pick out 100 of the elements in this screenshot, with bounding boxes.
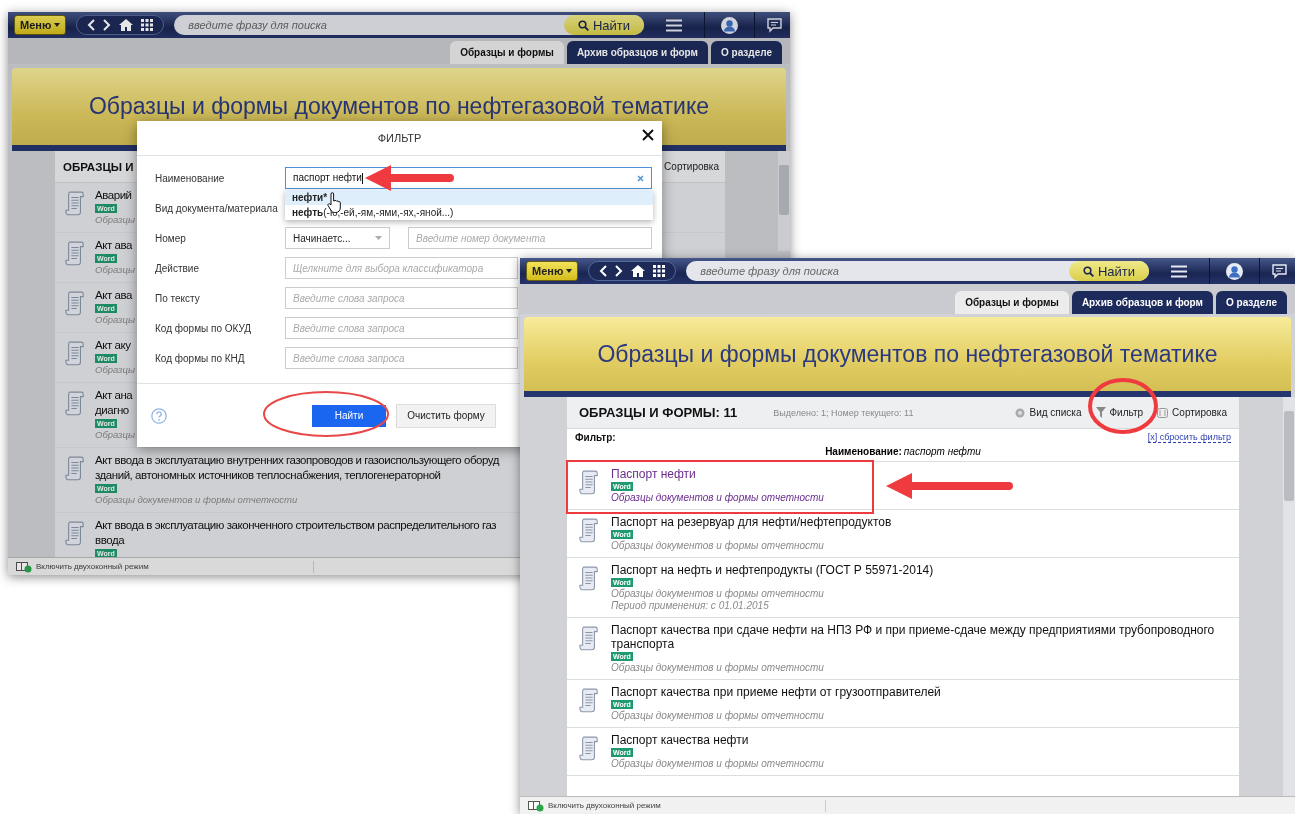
document-icon xyxy=(579,517,599,543)
filter-criterion-label: Наименование: xyxy=(825,446,902,457)
menu-button[interactable]: Меню xyxy=(526,261,579,281)
document-category: Образцы xyxy=(95,214,135,226)
suggestion-item[interactable]: нефти* xyxy=(285,190,653,205)
tab[interactable]: О разделе xyxy=(711,41,782,64)
document-icon xyxy=(579,469,599,495)
reset-filter-link[interactable]: [x] сбросить фильтр xyxy=(1147,432,1231,443)
document-title[interactable]: Паспорт нефти xyxy=(611,467,696,481)
filter-heading: Фильтр: xyxy=(575,432,616,443)
document-icon xyxy=(65,190,85,216)
name-field[interactable]: паспорт нефти xyxy=(285,167,652,189)
two-windows-icon[interactable] xyxy=(16,560,32,573)
document-title[interactable]: Паспорт на нефть и нефтепродукты (ГОСТ Р 55971-2014) xyxy=(611,563,934,577)
document-icon xyxy=(579,625,599,651)
document-icon xyxy=(65,240,85,266)
home-icon[interactable] xyxy=(631,265,646,277)
back-icon[interactable] xyxy=(599,265,608,277)
document-title[interactable]: Акт ана диагно xyxy=(95,388,133,418)
status-text[interactable]: Включить двухоконный режим xyxy=(548,801,661,810)
ellipse-annotation xyxy=(1087,377,1159,435)
document-title[interactable]: Акт аку xyxy=(95,338,131,353)
funnel-icon xyxy=(1095,407,1106,418)
filter-link[interactable]: Фильтр xyxy=(1095,407,1144,418)
tab[interactable]: Образцы и формы xyxy=(450,41,564,64)
banner-title: Образцы и формы документов по нефтегазовой тематике xyxy=(597,340,1218,368)
document-title[interactable]: Паспорт качества при сдаче нефти на НПЗ РФ и при приеме-сдаче между предприятиями трубопроводного транспорта xyxy=(611,623,1231,651)
sort-link[interactable]: Сортировка xyxy=(1157,407,1227,418)
search-icon xyxy=(1082,265,1094,277)
document-category: Образцы документов и формы отчетности xyxy=(611,540,824,552)
document-category: Образцы xyxy=(95,364,135,376)
user-icon[interactable] xyxy=(1226,262,1243,280)
search-field[interactable]: введите фразу для поиска Найти xyxy=(686,261,1149,281)
chat-icon[interactable] xyxy=(1272,263,1287,279)
document-title[interactable]: Акт ава xyxy=(95,238,132,253)
document-category: Образцы документов и формы отчетности xyxy=(611,492,824,504)
scrollbar[interactable] xyxy=(1283,397,1295,796)
document-icon xyxy=(65,455,85,481)
document-category: Образцы xyxy=(95,429,135,441)
search-icon xyxy=(577,19,589,31)
grid-icon[interactable] xyxy=(653,265,666,277)
list-title: ОБРАЗЦЫ И ФОРМЫ: 11 xyxy=(579,405,738,420)
find-button[interactable]: Найти xyxy=(312,404,386,427)
field-label: По тексту xyxy=(155,292,201,304)
tab[interactable]: Архив образцов и форм xyxy=(1071,291,1213,314)
list-view-link[interactable]: Вид списка xyxy=(1015,407,1082,418)
document-icon xyxy=(579,565,599,591)
sort-icon xyxy=(1157,407,1169,418)
field-label: Наименование xyxy=(155,172,226,184)
field-label: Код формы по КНД xyxy=(155,352,246,364)
two-windows-icon[interactable] xyxy=(528,799,544,812)
search-field[interactable]: введите фразу для поиска Найти xyxy=(174,15,644,35)
clear-form-button[interactable]: Очистить форму xyxy=(396,403,496,428)
field-label: Действие xyxy=(155,262,200,274)
clear-icon[interactable] xyxy=(637,174,644,182)
document-title[interactable]: Паспорт качества нефти xyxy=(611,733,749,747)
menu-icon[interactable] xyxy=(666,18,682,32)
document-title[interactable]: Акт ава xyxy=(95,288,132,303)
caret-icon xyxy=(54,23,61,27)
document-category: Образцы документов и формы отчетности xyxy=(611,588,824,600)
selection-info: Выделено: 1; Номер текущего: 11 xyxy=(773,407,914,418)
list-view-icon xyxy=(1015,407,1026,418)
document-icon xyxy=(579,687,599,713)
user-icon[interactable] xyxy=(721,16,738,34)
document-icon xyxy=(65,340,85,366)
suggestion-item[interactable]: нефть(-ю,-ей,-ям,-ями,-ях,-яной...) xyxy=(285,205,653,220)
search-button[interactable]: Найти xyxy=(1068,261,1149,281)
status-text[interactable]: Включить двухоконный режим xyxy=(36,562,149,571)
menu-button[interactable]: Меню xyxy=(14,15,67,35)
grid-icon[interactable] xyxy=(141,19,154,31)
document-title[interactable]: Аварий xyxy=(95,188,132,203)
menu-icon[interactable] xyxy=(1171,264,1187,278)
document-category: Образцы документов и формы отчетности xyxy=(611,662,824,674)
back-icon[interactable] xyxy=(87,19,96,31)
document-category: Образцы документов и формы отчетности xyxy=(611,710,824,722)
field-label: Код формы по ОКУД xyxy=(155,322,253,334)
validity-period: Период применения: с 01.01.2015 xyxy=(611,600,769,612)
document-title[interactable]: Паспорт на резервуар для нефти/нефтепродуктов xyxy=(611,515,892,529)
document-title[interactable]: Акт ввода в эксплуатацию законченного строительством распределительного газ ввода xyxy=(95,518,497,548)
sort-link[interactable]: Сортировка xyxy=(664,161,719,172)
close-icon[interactable] xyxy=(642,129,654,141)
forward-icon[interactable] xyxy=(103,19,112,31)
document-category: Образцы xyxy=(95,264,135,276)
document-icon xyxy=(65,520,85,546)
chat-icon[interactable] xyxy=(767,17,782,33)
home-icon[interactable] xyxy=(119,19,134,31)
search-button[interactable]: Найти xyxy=(563,15,644,35)
document-title[interactable]: Акт ввода в эксплуатацию внутренних газопроводов и газоиспользующего оборуд зданий, автономных источников теплоснабжения, теплогенераторной xyxy=(95,453,499,483)
tab[interactable]: Архив образцов и форм xyxy=(566,41,708,64)
document-title[interactable]: Паспорт качества при приеме нефти от грузоотправителей xyxy=(611,685,941,699)
condition-dropdown[interactable]: Начинаетс... xyxy=(285,227,390,249)
tab[interactable]: Образцы и формы xyxy=(955,291,1069,314)
document-category: Образцы документов и формы отчетности xyxy=(611,758,824,770)
scrollbar[interactable] xyxy=(778,151,790,251)
caret-icon xyxy=(566,269,573,273)
forward-icon[interactable] xyxy=(615,265,624,277)
document-icon xyxy=(65,290,85,316)
document-category: Образцы документов и формы отчетности xyxy=(95,494,298,506)
tab[interactable]: О разделе xyxy=(1216,291,1287,314)
caret-icon xyxy=(375,236,382,240)
